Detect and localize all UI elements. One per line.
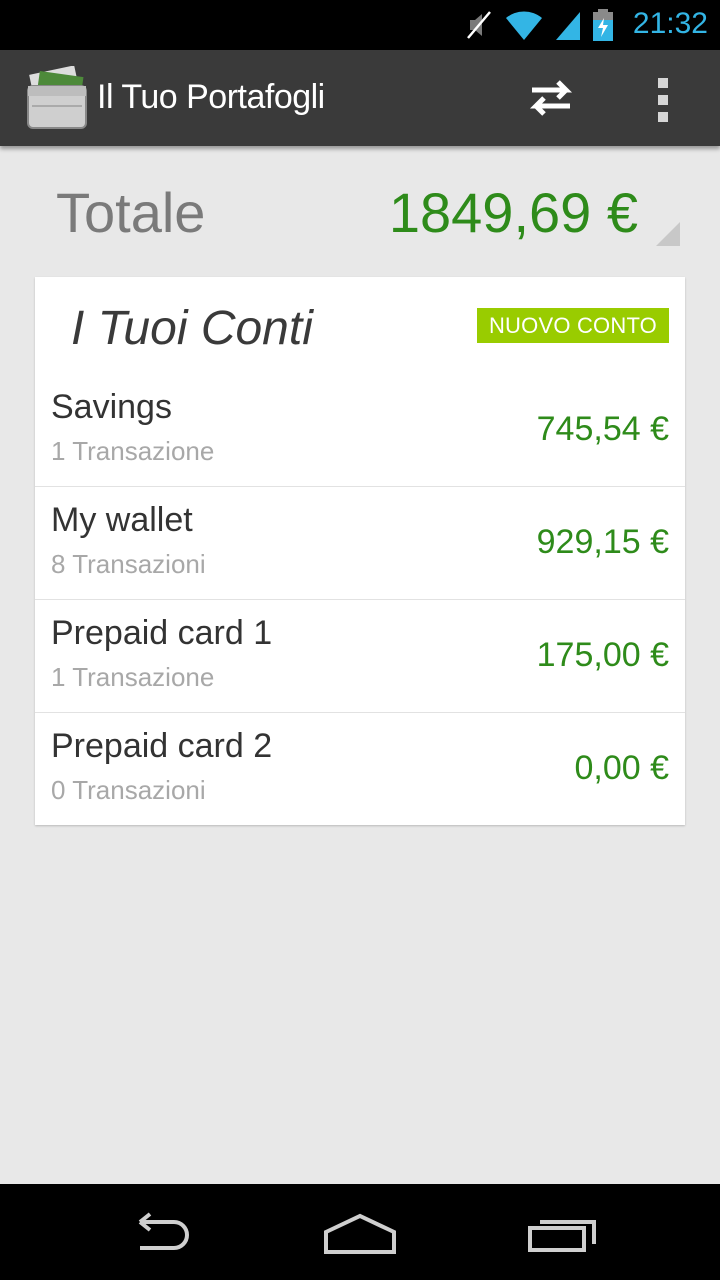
account-transaction-count: 1 Transazione bbox=[51, 436, 215, 466]
total-value[interactable]: 1849,69 € bbox=[389, 180, 638, 245]
status-bar: 21:32 bbox=[0, 0, 720, 50]
home-icon[interactable] bbox=[322, 1212, 398, 1256]
account-row-savings[interactable]: Savings 1 Transazione 745,54 € bbox=[35, 374, 685, 486]
screen: 21:32 Il Tuo Portafogli Totale 1849,69 €… bbox=[0, 0, 720, 1280]
battery-charging-icon bbox=[593, 9, 613, 41]
dropdown-corner-icon[interactable] bbox=[656, 222, 680, 246]
account-transaction-count: 8 Transazioni bbox=[51, 549, 206, 579]
status-icons bbox=[464, 6, 614, 44]
account-name: Savings bbox=[51, 388, 172, 426]
back-icon[interactable] bbox=[124, 1212, 196, 1256]
status-time: 21:32 bbox=[632, 7, 708, 40]
account-balance: 0,00 € bbox=[574, 749, 669, 787]
recent-apps-icon[interactable] bbox=[526, 1212, 598, 1256]
account-balance: 745,54 € bbox=[536, 410, 669, 448]
total-label: Totale bbox=[56, 181, 206, 244]
account-row-prepaid-card-2[interactable]: Prepaid card 2 0 Transazioni 0,00 € bbox=[35, 712, 685, 825]
app-title: Il Tuo Portafogli bbox=[97, 78, 325, 116]
account-name: Prepaid card 1 bbox=[51, 614, 273, 652]
account-row-prepaid-card-1[interactable]: Prepaid card 1 1 Transazione 175,00 € bbox=[35, 599, 685, 712]
account-list: Savings 1 Transazione 745,54 € My wallet… bbox=[35, 374, 685, 825]
navigation-bar bbox=[0, 1184, 720, 1280]
account-balance: 929,15 € bbox=[536, 523, 669, 561]
swap-arrows-icon[interactable] bbox=[520, 76, 582, 120]
mute-icon bbox=[467, 11, 491, 39]
app-wallet-icon[interactable] bbox=[24, 66, 88, 130]
account-balance: 175,00 € bbox=[536, 636, 669, 674]
account-transaction-count: 0 Transazioni bbox=[51, 775, 206, 805]
account-name: My wallet bbox=[51, 501, 193, 539]
accounts-title: I Tuoi Conti bbox=[71, 302, 313, 355]
new-account-button[interactable]: NUOVO CONTO bbox=[476, 308, 669, 343]
accounts-card: I Tuoi Conti NUOVO CONTO Savings 1 Trans… bbox=[35, 277, 685, 825]
account-row-my-wallet[interactable]: My wallet 8 Transazioni 929,15 € bbox=[35, 486, 685, 599]
signal-icon bbox=[556, 12, 580, 40]
account-transaction-count: 1 Transazione bbox=[51, 662, 215, 692]
action-bar: Il Tuo Portafogli bbox=[0, 50, 720, 146]
account-name: Prepaid card 2 bbox=[51, 727, 273, 765]
wifi-icon bbox=[506, 11, 542, 40]
overflow-menu-icon[interactable] bbox=[648, 76, 678, 124]
